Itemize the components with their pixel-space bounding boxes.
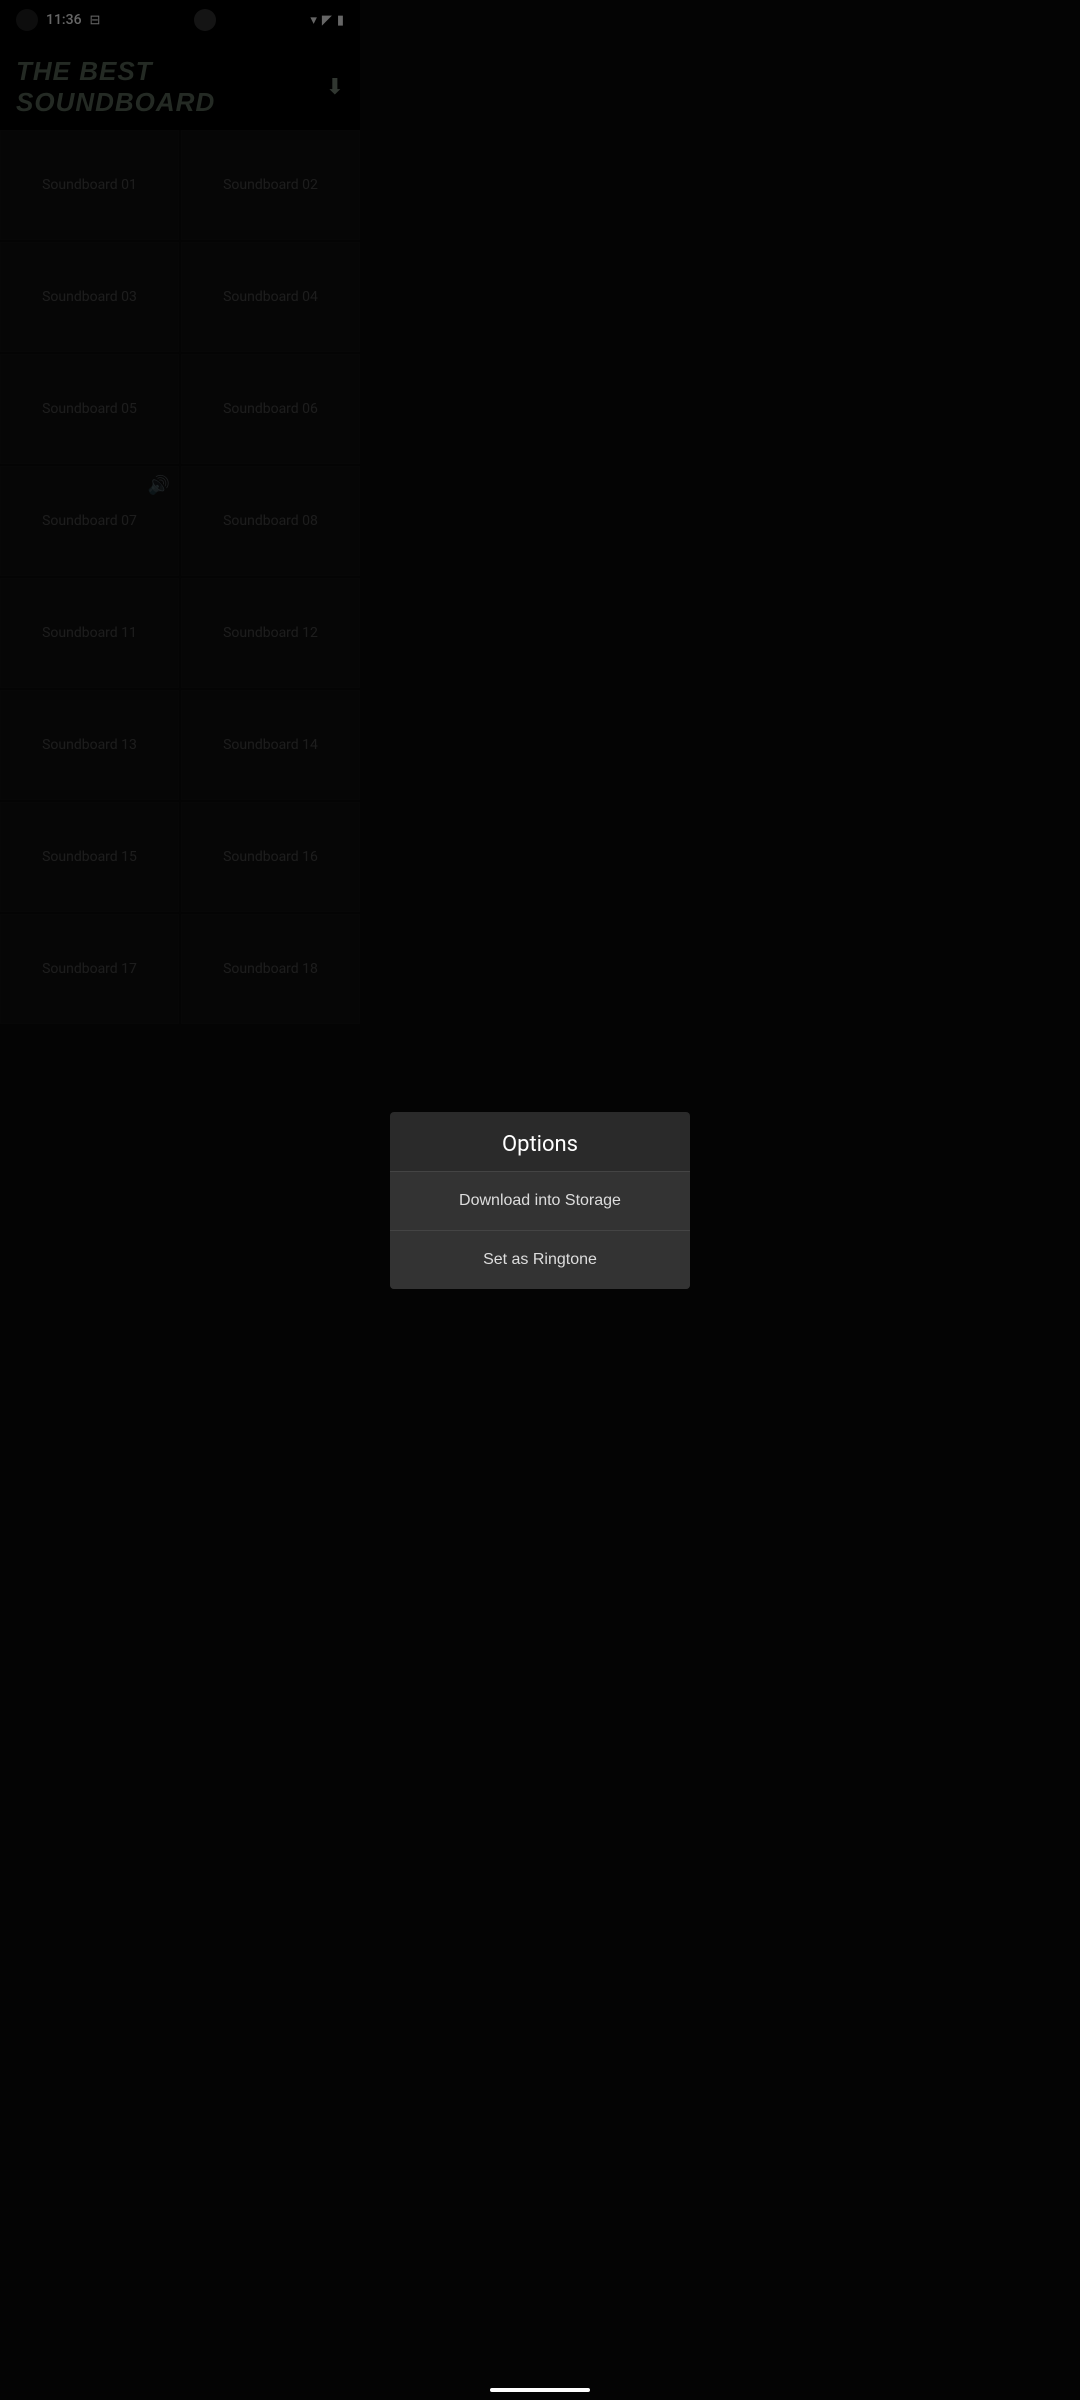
home-indicator bbox=[490, 2388, 590, 2392]
download-storage-button[interactable]: Download into Storage bbox=[390, 1172, 690, 1231]
options-title: Options bbox=[390, 1112, 690, 1172]
options-modal: Options Download into Storage Set as Rin… bbox=[390, 1112, 690, 1289]
options-overlay[interactable]: Options Download into Storage Set as Rin… bbox=[0, 0, 1080, 2400]
set-ringtone-button[interactable]: Set as Ringtone bbox=[390, 1231, 690, 1289]
